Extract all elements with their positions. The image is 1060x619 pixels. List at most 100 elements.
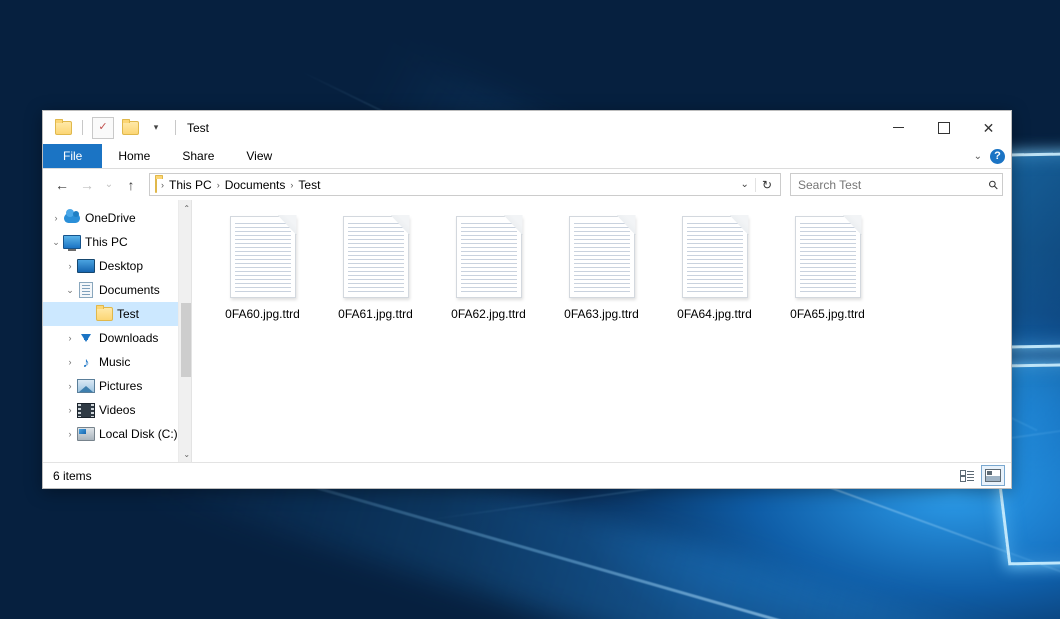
- chevron-right-icon[interactable]: ›: [63, 381, 77, 391]
- chevron-down-icon[interactable]: ⌄: [974, 151, 982, 162]
- scrollbar-track[interactable]: [179, 216, 192, 446]
- desktop-background: ✓ ▾ Test ✕ File Home: [0, 0, 1060, 619]
- file-name-label: 0FA61.jpg.ttrd: [338, 307, 413, 321]
- tab-share[interactable]: Share: [166, 144, 230, 168]
- sidebar-item-onedrive[interactable]: › OneDrive: [43, 206, 178, 230]
- details-view-button[interactable]: [956, 466, 978, 485]
- file-item[interactable]: 0FA65.jpg.ttrd: [771, 212, 884, 329]
- file-explorer-window: ✓ ▾ Test ✕ File Home: [42, 110, 1012, 489]
- sidebar-item-desktop[interactable]: › Desktop: [43, 254, 178, 278]
- pc-icon: [63, 235, 81, 249]
- folder-icon[interactable]: [53, 118, 73, 138]
- sidebar-item-label: OneDrive: [85, 211, 136, 225]
- chevron-right-icon[interactable]: ›: [63, 333, 77, 343]
- breadcrumb-documents[interactable]: Documents: [221, 178, 290, 192]
- generic-document-icon: [795, 216, 861, 298]
- toolbar-divider: [175, 120, 176, 135]
- close-icon: ✕: [983, 121, 995, 135]
- chevron-right-icon[interactable]: ›: [49, 213, 63, 223]
- close-button[interactable]: ✕: [966, 111, 1011, 144]
- help-icon[interactable]: ?: [990, 149, 1005, 164]
- sidebar-item-label: Videos: [99, 403, 135, 417]
- sidebar-item-local-disk[interactable]: › Local Disk (C:): [43, 422, 178, 446]
- up-button[interactable]: ↑: [120, 174, 142, 196]
- file-name-label: 0FA60.jpg.ttrd: [225, 307, 300, 321]
- chevron-right-icon[interactable]: ›: [63, 405, 77, 415]
- chevron-down-icon[interactable]: ⌄: [49, 237, 63, 248]
- file-item[interactable]: 0FA62.jpg.ttrd: [432, 212, 545, 329]
- chevron-down-icon[interactable]: ⌄: [735, 179, 755, 190]
- sidebar-item-label: Local Disk (C:): [99, 427, 178, 441]
- search-placeholder: Search Test: [798, 178, 989, 192]
- chevron-right-icon[interactable]: ›: [63, 357, 77, 367]
- breadcrumb[interactable]: › This PC › Documents › Test ⌄ ↻: [149, 173, 781, 196]
- status-bar: 6 items: [43, 462, 1011, 488]
- generic-document-icon: [343, 216, 409, 298]
- sidebar-item-this-pc[interactable]: ⌄ This PC: [43, 230, 178, 254]
- file-item[interactable]: 0FA61.jpg.ttrd: [319, 212, 432, 329]
- new-folder-icon[interactable]: [120, 118, 140, 138]
- breadcrumb-this-pc[interactable]: This PC: [165, 178, 216, 192]
- ribbon-controls: ⌄ ?: [974, 144, 1005, 168]
- tab-view[interactable]: View: [230, 144, 288, 168]
- customize-quick-access-caret-icon[interactable]: ▾: [146, 118, 166, 138]
- file-item[interactable]: 0FA64.jpg.ttrd: [658, 212, 771, 329]
- scroll-down-icon[interactable]: ⌄: [179, 446, 192, 462]
- tab-home[interactable]: Home: [102, 144, 166, 168]
- folder-tree: › OneDrive ⌄ This PC › Desktop: [43, 200, 178, 462]
- folder-icon: [155, 178, 157, 192]
- sidebar-item-documents[interactable]: ⌄ Documents: [43, 278, 178, 302]
- sidebar-item-label: Test: [117, 307, 139, 321]
- sidebar-item-downloads[interactable]: › Downloads: [43, 326, 178, 350]
- chevron-right-icon[interactable]: ›: [63, 429, 77, 439]
- documents-icon: [77, 282, 95, 298]
- sidebar-item-label: Desktop: [99, 259, 143, 273]
- generic-document-icon: [569, 216, 635, 298]
- disk-icon: [77, 427, 95, 441]
- chevron-down-icon[interactable]: ⌄: [63, 285, 77, 296]
- folder-icon: [95, 307, 113, 321]
- details-view-icon: [960, 470, 974, 481]
- properties-check-icon[interactable]: ✓: [92, 117, 114, 139]
- window-title: Test: [187, 121, 209, 135]
- sidebar-item-music[interactable]: › ♪ Music: [43, 350, 178, 374]
- scroll-up-icon[interactable]: ⌃: [179, 200, 192, 216]
- scrollbar-thumb[interactable]: [181, 303, 192, 377]
- chevron-right-icon[interactable]: ›: [63, 261, 77, 271]
- file-list-pane[interactable]: 0FA60.jpg.ttrd 0FA61.jpg.ttrd: [192, 200, 1011, 462]
- navigation-pane: › OneDrive ⌄ This PC › Desktop: [43, 200, 192, 462]
- sidebar-item-label: Music: [99, 355, 130, 369]
- file-item[interactable]: 0FA60.jpg.ttrd: [206, 212, 319, 329]
- sidebar-item-videos[interactable]: › Videos: [43, 398, 178, 422]
- sidebar-item-label: Downloads: [99, 331, 158, 345]
- breadcrumb-test[interactable]: Test: [294, 178, 324, 192]
- sidebar-item-test[interactable]: Test: [43, 302, 178, 326]
- downloads-icon: [77, 334, 95, 342]
- generic-document-icon: [682, 216, 748, 298]
- recent-locations-icon[interactable]: ⌄: [101, 174, 117, 196]
- sidebar-item-label: Pictures: [99, 379, 142, 393]
- videos-icon: [77, 403, 95, 418]
- file-item[interactable]: 0FA63.jpg.ttrd: [545, 212, 658, 329]
- sidebar-item-label: Documents: [99, 283, 160, 297]
- toolbar-divider: [82, 120, 83, 135]
- maximize-button[interactable]: [921, 111, 966, 144]
- file-name-label: 0FA65.jpg.ttrd: [790, 307, 865, 321]
- item-count-label: 6 items: [53, 469, 92, 483]
- minimize-button[interactable]: [876, 111, 921, 144]
- sidebar-item-pictures[interactable]: › Pictures: [43, 374, 178, 398]
- pictures-icon: [77, 379, 95, 393]
- refresh-icon[interactable]: ↻: [755, 178, 778, 192]
- tab-file[interactable]: File: [43, 144, 102, 168]
- forward-button[interactable]: →: [76, 174, 98, 196]
- back-button[interactable]: ←: [51, 174, 73, 196]
- search-input[interactable]: Search Test ⚲: [790, 173, 1003, 196]
- quick-access-toolbar: ✓ ▾: [43, 111, 179, 144]
- navigation-pane-scrollbar[interactable]: ⌃ ⌄: [178, 200, 192, 462]
- title-bar: ✓ ▾ Test ✕: [43, 111, 1011, 144]
- large-icons-view-button[interactable]: [981, 465, 1005, 486]
- ribbon-tab-bar: File Home Share View ⌄ ?: [43, 144, 1011, 169]
- music-icon: ♪: [77, 355, 95, 369]
- window-caption-buttons: ✕: [876, 111, 1011, 144]
- sidebar-item-label: This PC: [85, 235, 128, 249]
